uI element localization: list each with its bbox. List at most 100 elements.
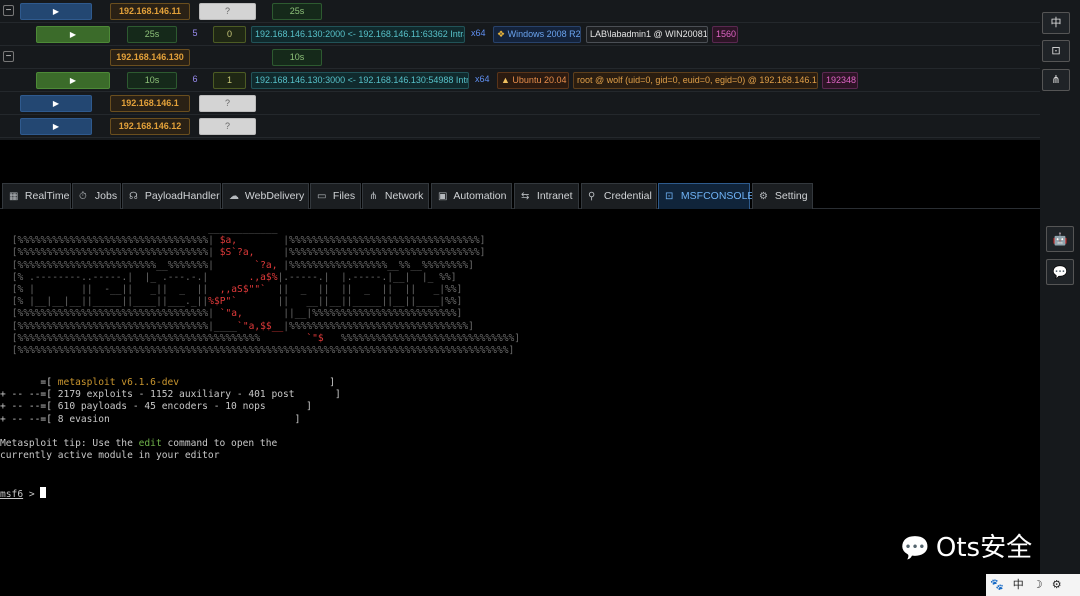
wechat-icon: 💬 bbox=[900, 534, 930, 562]
heartbeat-time: 10s bbox=[127, 72, 177, 89]
session-count: 1 bbox=[213, 72, 246, 89]
host-unknown-badge: ? bbox=[199, 95, 256, 112]
play-button[interactable]: ▶ bbox=[36, 72, 110, 89]
msf-prompt-line[interactable]: msf6 > bbox=[0, 487, 47, 501]
heartbeat-time: 25s bbox=[127, 26, 177, 43]
tab-automation[interactable]: ▣ Automation bbox=[431, 183, 512, 209]
clock-icon: ⏱ bbox=[79, 191, 87, 202]
tab-intranet[interactable]: ⇆ Intranet bbox=[514, 183, 579, 209]
tab-label: Credential bbox=[603, 190, 652, 202]
arch-label: x64 bbox=[471, 28, 486, 38]
session-count: 0 bbox=[213, 26, 246, 43]
cloud-icon: ☁ bbox=[229, 191, 239, 202]
host-ip[interactable]: 192.168.146.12 bbox=[110, 118, 190, 135]
arch-label: x64 bbox=[475, 74, 490, 84]
tip-text: command to open the bbox=[161, 438, 278, 449]
user-badge: root @ wolf (uid=0, gid=0, euid=0, egid=… bbox=[573, 72, 818, 89]
msf-console[interactable]: ____________ [%%%%%%%%%%%%%%%%%%%%%%%%%%… bbox=[0, 209, 1040, 596]
session-id: 6 bbox=[192, 74, 198, 84]
play-button[interactable]: ▶ bbox=[20, 95, 92, 112]
tab-payloadhandler[interactable]: ☊ PayloadHandler bbox=[122, 183, 221, 209]
os-badge: ▲ Ubuntu 20.04 bbox=[497, 72, 569, 89]
chat-icon[interactable]: 💬 bbox=[1046, 259, 1074, 285]
watermark: 💬 Ots安全 bbox=[900, 528, 1032, 568]
network-icon[interactable]: ⋔ bbox=[1042, 69, 1070, 91]
headset-icon: ☊ bbox=[129, 191, 138, 202]
gear-icon: ⚙ bbox=[759, 191, 768, 202]
host-unknown-badge: ? bbox=[199, 3, 256, 20]
host-ip[interactable]: 192.168.146.1 bbox=[110, 95, 190, 112]
pid-badge: 192348 bbox=[822, 72, 858, 89]
session-row[interactable]: − 192.168.146.130 10s bbox=[0, 46, 1040, 69]
prompt-label: msf6 bbox=[0, 489, 24, 500]
tab-realtime[interactable]: ▦ RealTime bbox=[2, 183, 71, 209]
session-row[interactable]: ▶ 10s 6 1 192.168.146.130:3000 <- 192.16… bbox=[0, 69, 1040, 92]
ime-toolbar[interactable]: 🐾 中 ☽ ⚙ bbox=[986, 574, 1080, 596]
session-table: − ▶ 192.168.146.11 ? 25s ▶ 25s 5 0 192.1… bbox=[0, 0, 1040, 140]
host-ip[interactable]: 192.168.146.11 bbox=[110, 3, 190, 20]
dashboard-icon: ▦ bbox=[9, 191, 19, 202]
tab-label: Setting bbox=[774, 190, 808, 202]
connection-info: 192.168.146.130:2000 <- 192.168.146.11:6… bbox=[251, 26, 465, 43]
tab-credential[interactable]: ⚲ Credential bbox=[581, 183, 657, 209]
tip-command: edit bbox=[138, 438, 162, 449]
tab-bar: ▦ RealTime ⏱ Jobs ☊ PayloadHandler ☁ Web… bbox=[0, 183, 1040, 209]
tab-label: Intranet bbox=[536, 190, 573, 202]
tab-label: Network bbox=[384, 190, 424, 202]
watermark-text: Ots安全 bbox=[935, 533, 1033, 563]
network-icon: ⋔ bbox=[369, 191, 378, 202]
automation-icon: ▣ bbox=[438, 191, 448, 202]
tab-label: MSFCONSOLE bbox=[680, 190, 755, 202]
host-unknown-badge: ? bbox=[199, 118, 256, 135]
version-line: metasploit v6.1.6-dev bbox=[57, 377, 180, 388]
host-ip[interactable]: 192.168.146.130 bbox=[110, 49, 190, 66]
stats-line: 8 evasion bbox=[57, 413, 110, 425]
tab-label: Jobs bbox=[94, 190, 118, 202]
tab-label: Automation bbox=[453, 190, 507, 202]
session-row[interactable]: ▶ 192.168.146.1 ? bbox=[0, 92, 1040, 115]
heartbeat-time: 25s bbox=[272, 3, 322, 20]
stats-line: 610 payloads - 45 encoders - 10 nops bbox=[57, 401, 266, 413]
tab-network[interactable]: ⋔ Network bbox=[362, 183, 429, 209]
play-button[interactable]: ▶ bbox=[20, 3, 92, 20]
stats-line: 2179 exploits - 1152 auxiliary - 401 pos… bbox=[57, 389, 295, 401]
pid-badge: 1560 bbox=[712, 26, 738, 43]
tab-files[interactable]: ▭ Files bbox=[310, 183, 361, 209]
tab-label: Files bbox=[332, 190, 356, 202]
session-row[interactable]: − ▶ 192.168.146.11 ? 25s bbox=[0, 0, 1040, 23]
language-button[interactable]: 中 bbox=[1042, 12, 1070, 34]
tab-setting[interactable]: ⚙ Setting bbox=[752, 183, 813, 209]
collapse-toggle[interactable]: − bbox=[3, 5, 14, 16]
user-badge: LAB\labadmin1 @ WIN200811 bbox=[586, 26, 708, 43]
play-button[interactable]: ▶ bbox=[20, 118, 92, 135]
os-label: Windows 2008 R2 bbox=[507, 29, 581, 39]
text-cursor[interactable] bbox=[40, 487, 47, 498]
msf-version-info: =[ metasploit v6.1.6-dev ] + -- --=[ 217… bbox=[0, 377, 341, 425]
connection-info: 192.168.146.130:3000 <- 192.168.146.130:… bbox=[251, 72, 469, 89]
msf-tip: Metasploit tip: Use the edit command to … bbox=[0, 438, 277, 462]
linux-icon: ▲ bbox=[501, 75, 513, 85]
tab-label: RealTime bbox=[24, 190, 70, 202]
tab-webdelivery[interactable]: ☁ WebDelivery bbox=[222, 183, 309, 209]
session-row[interactable]: ▶ 192.168.146.12 ? bbox=[0, 115, 1040, 138]
heartbeat-time: 10s bbox=[272, 49, 322, 66]
os-label: Ubuntu 20.04 bbox=[512, 75, 567, 85]
terminal-icon: ⊡ bbox=[665, 191, 674, 202]
windows-icon: ❖ bbox=[497, 29, 508, 39]
collapse-toggle[interactable]: − bbox=[3, 51, 14, 62]
terminal-icon[interactable]: ⊡ bbox=[1042, 40, 1070, 62]
prompt-separator: > bbox=[23, 489, 41, 500]
tip-text: currently active module in your editor bbox=[0, 450, 220, 462]
tab-jobs[interactable]: ⏱ Jobs bbox=[72, 183, 121, 209]
tab-label: WebDelivery bbox=[244, 190, 305, 202]
robot-icon[interactable]: 🤖 bbox=[1046, 226, 1074, 252]
msf-banner-art: ____________ [%%%%%%%%%%%%%%%%%%%%%%%%%%… bbox=[11, 223, 521, 357]
tip-text: Metasploit tip: Use the bbox=[0, 438, 139, 449]
folder-icon: ▭ bbox=[317, 191, 327, 202]
tab-msfconsole[interactable]: ⊡ MSFCONSOLE bbox=[658, 183, 754, 209]
session-row[interactable]: ▶ 25s 5 0 192.168.146.130:2000 <- 192.16… bbox=[0, 23, 1040, 46]
play-button[interactable]: ▶ bbox=[36, 26, 110, 43]
intranet-icon: ⇆ bbox=[521, 191, 530, 202]
os-badge: ❖ Windows 2008 R2 bbox=[493, 26, 581, 43]
tab-label: PayloadHandler bbox=[144, 190, 220, 202]
